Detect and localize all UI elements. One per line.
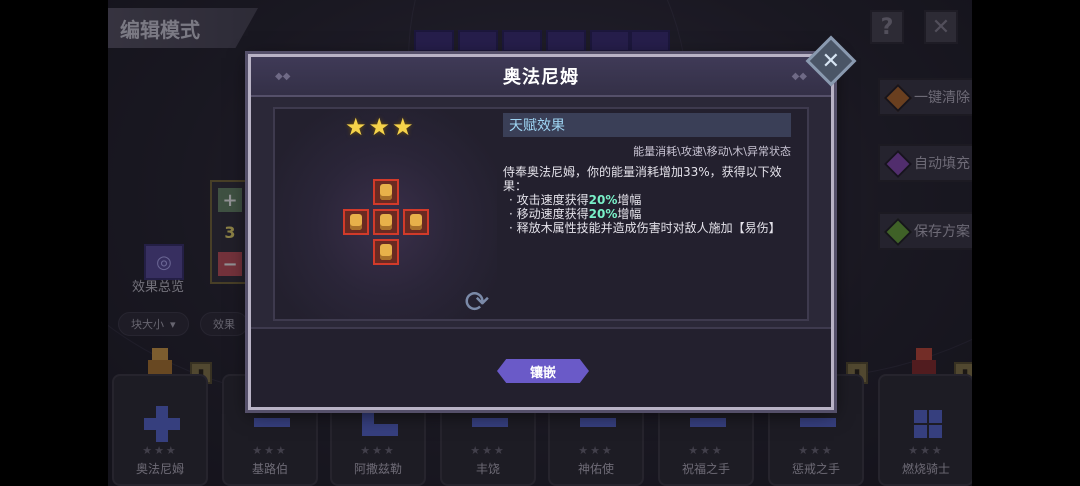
- effect-bullet: · 攻击速度获得20%增幅: [509, 193, 642, 207]
- effect-bullet: · 释放木属性技能并造成伤害时对敌人施加【易伤】: [509, 221, 781, 235]
- relic-portrait: ★★★ ⟳: [275, 109, 497, 321]
- dialog-title: 奥法尼姆: [503, 67, 579, 88]
- rotate-icon[interactable]: ⟳: [459, 285, 495, 321]
- relic-cell: [373, 239, 399, 265]
- rarity-stars: ★★★: [345, 113, 416, 141]
- game-screen: 编辑模式 ? ✕ 一键清除 自动填充 保存方案 + 3 − ◎ 效果总览 块大小…: [108, 0, 972, 486]
- relic-cell: [343, 209, 369, 235]
- talent-header: 天赋效果: [503, 113, 791, 137]
- close-icon: ✕: [821, 48, 841, 74]
- relic-cell: [403, 209, 429, 235]
- dialog-footer: 镶嵌: [251, 327, 831, 407]
- relic-cell: [373, 179, 399, 205]
- inlay-button[interactable]: 镶嵌: [497, 359, 589, 383]
- talent-tags: 能量消耗\攻速\移动\木\异常状态: [633, 145, 791, 158]
- talent-description: 侍奉奥法尼姆，你的能量消耗增加33%，获得以下效果：: [503, 165, 782, 193]
- dialog-body: ★★★ ⟳ 天赋效果 能量消耗\攻速\移动\木\异常状态 侍奉奥法尼姆，你的能量…: [273, 107, 809, 321]
- dialog-header: ◆◆ 奥法尼姆 ◆◆: [251, 57, 831, 97]
- relic-detail-dialog: ◆◆ 奥法尼姆 ◆◆ ✕ ★★★ ⟳ 天赋效果 能量消耗\攻速\移动\木\异常状…: [248, 35, 857, 410]
- relic-cell: [373, 209, 399, 235]
- ornament-icon: ◆◆: [791, 71, 807, 82]
- ornament-icon: ◆◆: [275, 71, 291, 82]
- effect-bullet: · 移动速度获得20%增幅: [509, 207, 642, 221]
- talent-info: 天赋效果 能量消耗\攻速\移动\木\异常状态 侍奉奥法尼姆，你的能量消耗增加33…: [503, 113, 799, 317]
